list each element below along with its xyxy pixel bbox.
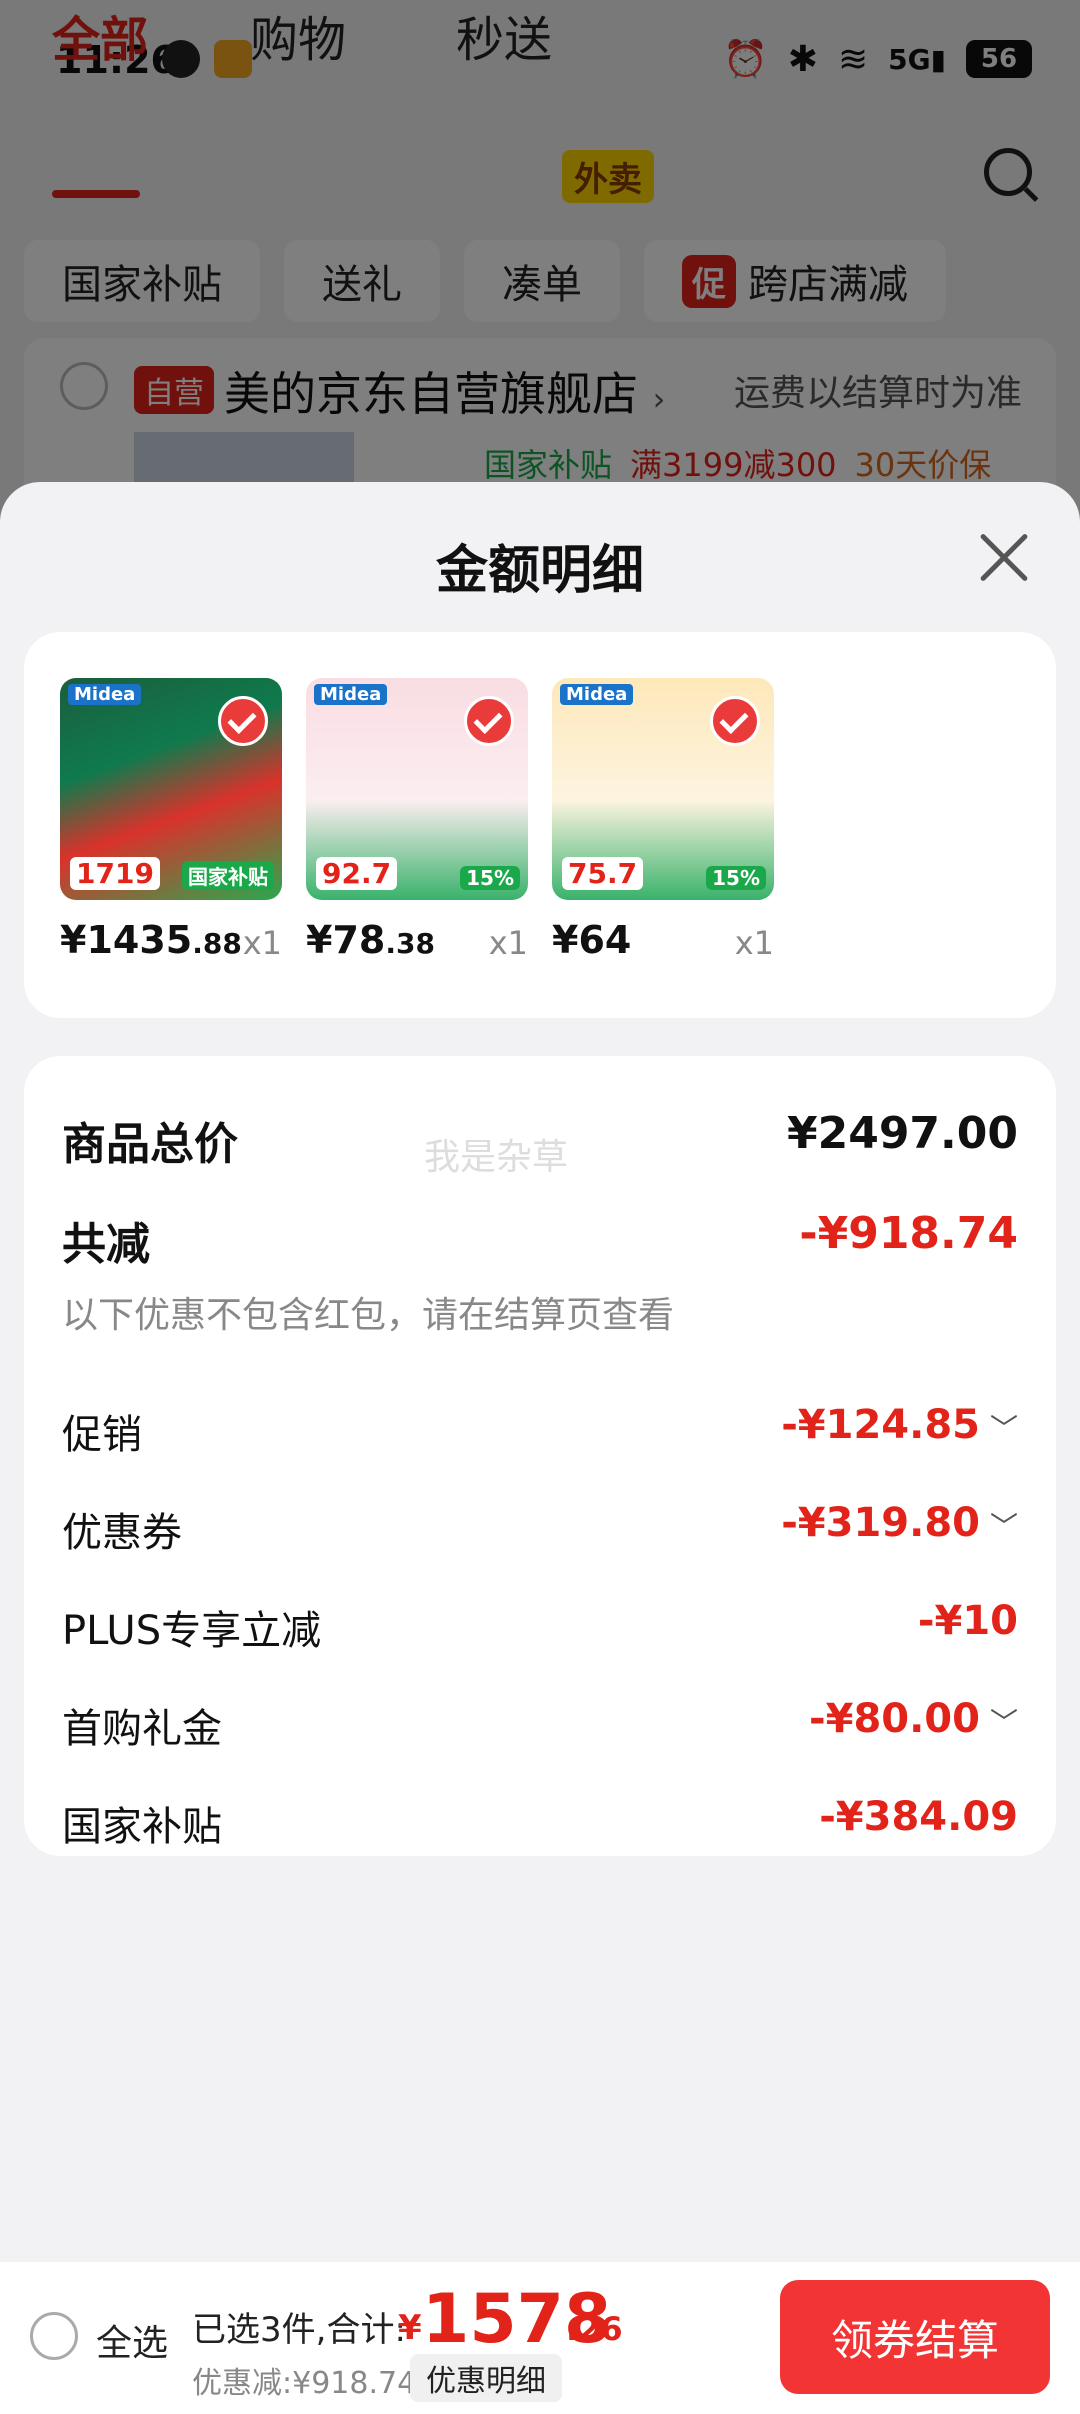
checkmark-icon bbox=[710, 696, 760, 746]
product-image: Midea 75.7 15% bbox=[552, 678, 774, 900]
price-summary-card: 我是杂草 商品总价 ¥2497.00 共减 -¥918.74 以下优惠不包含红包… bbox=[24, 1056, 1056, 1856]
sheet-title: 金额明细 bbox=[435, 541, 644, 601]
product-price: ¥78.38 bbox=[306, 918, 435, 962]
product-item[interactable]: Midea 92.7 15% ¥78.38 x1 bbox=[306, 678, 532, 978]
chevron-down-icon: ﹀ bbox=[989, 1706, 1018, 1739]
product-image: Midea 1719 国家补贴 bbox=[60, 678, 282, 900]
selected-products-card: Midea 1719 国家补贴 ¥1435.88 x1 Midea 92.7 1… bbox=[24, 632, 1056, 1018]
total-discount-amount: -¥918.74 bbox=[799, 1208, 1018, 1259]
product-quantity: x1 bbox=[488, 924, 528, 962]
brand-logo: Midea bbox=[68, 684, 142, 705]
total-discount-label: 共减 bbox=[62, 1219, 150, 1270]
checkmark-icon bbox=[464, 696, 514, 746]
product-item[interactable]: Midea 1719 国家补贴 ¥1435.88 x1 bbox=[60, 678, 286, 978]
total-amount-dec: .26 bbox=[566, 2310, 623, 2348]
checkmark-icon bbox=[218, 696, 268, 746]
modal-overlay[interactable] bbox=[0, 0, 1080, 520]
select-all-label[interactable]: 全选 bbox=[96, 2314, 168, 2366]
selected-count-text: 已选3件,合计: bbox=[192, 2310, 406, 2350]
checkout-bar: 全选 已选3件,合计: ¥ 1578 .26 优惠减:¥918.74 优惠明细 … bbox=[0, 2262, 1080, 2414]
product-item[interactable]: Midea 75.7 15% ¥64 x1 bbox=[552, 678, 778, 978]
brand-logo: Midea bbox=[314, 684, 388, 705]
product-image: Midea 92.7 15% bbox=[306, 678, 528, 900]
product-price: ¥64 bbox=[552, 918, 632, 962]
amount-detail-sheet: 金额明细 Midea 1719 国家补贴 ¥1435.88 x1 Midea 9… bbox=[0, 482, 1080, 2414]
product-quantity: x1 bbox=[734, 924, 774, 962]
discount-note: 以下优惠不包含红包，请在结算页查看 bbox=[62, 1295, 675, 1336]
total-price-amount: ¥2497.00 bbox=[786, 1108, 1018, 1159]
select-all-radio[interactable] bbox=[30, 2312, 78, 2360]
chevron-down-icon: ﹀ bbox=[989, 1412, 1018, 1445]
total-currency: ¥ bbox=[398, 2308, 422, 2348]
chevron-down-icon: ﹀ bbox=[989, 1510, 1018, 1543]
checkout-button[interactable]: 领券结算 bbox=[780, 2280, 1050, 2394]
discount-summary: 优惠减:¥918.74 bbox=[192, 2366, 417, 2401]
product-quantity: x1 bbox=[242, 924, 282, 962]
total-price-label: 商品总价 bbox=[62, 1119, 238, 1170]
close-icon[interactable] bbox=[978, 532, 1030, 584]
watermark: 我是杂草 bbox=[424, 1137, 569, 1178]
product-price: ¥1435.88 bbox=[60, 918, 242, 962]
brand-logo: Midea bbox=[560, 684, 634, 705]
discount-detail-button[interactable]: 优惠明细 bbox=[410, 2354, 562, 2402]
